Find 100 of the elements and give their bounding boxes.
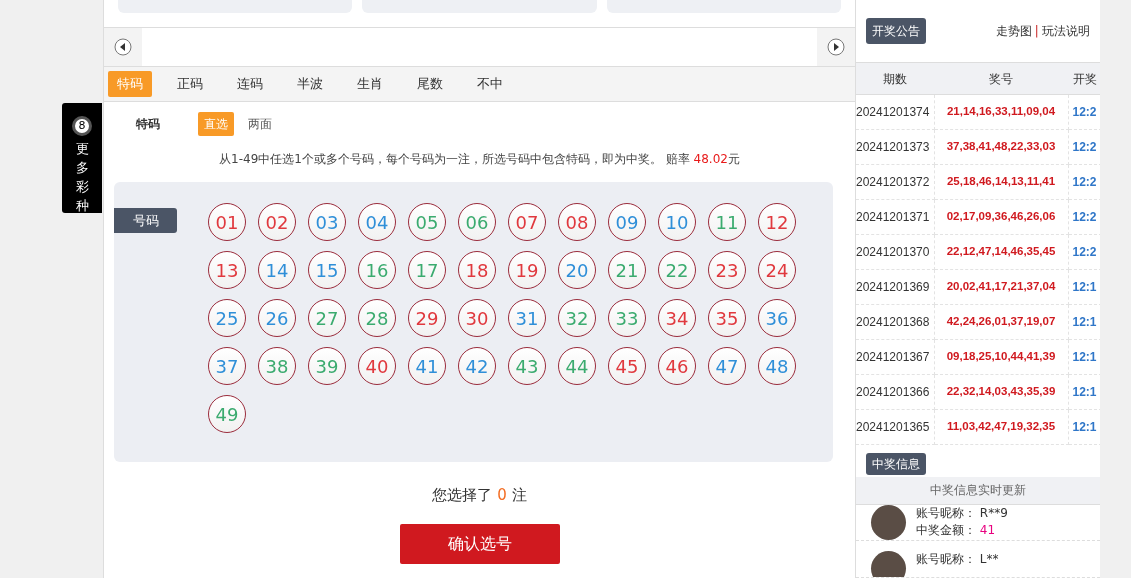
number-ball[interactable]: 25 bbox=[208, 299, 246, 337]
table-cell: 22,12,47,14,46,35,45 bbox=[934, 234, 1068, 270]
number-ball[interactable]: 12 bbox=[758, 203, 796, 241]
number-ball[interactable]: 13 bbox=[208, 251, 246, 289]
number-ball[interactable]: 41 bbox=[408, 347, 446, 385]
prize-amount-text: 中奖金额： 41 bbox=[916, 522, 997, 540]
number-ball[interactable]: 40 bbox=[358, 347, 396, 385]
number-ball[interactable]: 30 bbox=[458, 299, 496, 337]
side-tab-label: 更多彩种 bbox=[75, 140, 89, 215]
number-ball[interactable]: 07 bbox=[508, 203, 546, 241]
table-cell: 12:2 bbox=[1068, 94, 1100, 130]
header-link[interactable]: 走势图 bbox=[995, 24, 1032, 39]
table-cell: 12:1 bbox=[1068, 269, 1100, 305]
number-ball[interactable]: 06 bbox=[458, 203, 496, 241]
avatar bbox=[871, 550, 906, 577]
table-cell: 12:2 bbox=[1068, 164, 1100, 200]
number-ball[interactable]: 14 bbox=[258, 251, 296, 289]
more-lotteries-tab[interactable]: 8 更多彩种 bbox=[62, 103, 102, 213]
table-cell: 20241201368 bbox=[856, 304, 934, 340]
number-ball[interactable]: 33 bbox=[608, 299, 646, 337]
table-cell: 25,18,46,14,13,11,41 bbox=[934, 164, 1068, 200]
rule-description: 从1-49中任选1个或多个号码，每个号码为一注，所选号码中包含特码，即为中奖。 赔率 48.02元 bbox=[218, 151, 741, 168]
table-cell: 12:2 bbox=[1068, 234, 1100, 270]
ball-icon: 8 bbox=[72, 116, 92, 136]
number-ball[interactable]: 47 bbox=[708, 347, 746, 385]
table-cell: 20,02,41,17,21,37,04 bbox=[934, 269, 1068, 305]
column-header: 期数 bbox=[856, 63, 934, 95]
table-cell: 02,17,09,36,46,26,06 bbox=[934, 199, 1068, 235]
number-ball[interactable]: 05 bbox=[408, 203, 446, 241]
separator: | bbox=[1034, 23, 1039, 39]
number-ball[interactable]: 29 bbox=[408, 299, 446, 337]
tab[interactable]: 不中 bbox=[468, 71, 512, 97]
number-ball[interactable]: 09 bbox=[608, 203, 646, 241]
tab[interactable]: 生肖 bbox=[348, 71, 392, 97]
number-ball[interactable]: 49 bbox=[208, 395, 246, 433]
scroll-left-button[interactable] bbox=[104, 28, 142, 66]
number-ball[interactable]: 36 bbox=[758, 299, 796, 337]
number-ball[interactable]: 21 bbox=[608, 251, 646, 289]
table-cell: 20241201372 bbox=[856, 164, 934, 200]
number-ball[interactable]: 08 bbox=[558, 203, 596, 241]
table-cell: 20241201367 bbox=[856, 339, 934, 375]
number-ball[interactable]: 11 bbox=[708, 203, 746, 241]
number-ball[interactable]: 32 bbox=[558, 299, 596, 337]
number-ball[interactable]: 26 bbox=[258, 299, 296, 337]
number-ball[interactable]: 16 bbox=[358, 251, 396, 289]
table-cell: 11,03,42,47,19,32,35 bbox=[934, 409, 1068, 445]
number-ball[interactable]: 02 bbox=[258, 203, 296, 241]
number-ball[interactable]: 15 bbox=[308, 251, 346, 289]
number-ball[interactable]: 34 bbox=[658, 299, 696, 337]
number-ball[interactable]: 20 bbox=[558, 251, 596, 289]
table-cell: 20241201374 bbox=[856, 94, 934, 130]
number-ball[interactable]: 04 bbox=[358, 203, 396, 241]
number-ball[interactable]: 03 bbox=[308, 203, 346, 241]
table-cell: 12:1 bbox=[1068, 409, 1100, 445]
mode-tab[interactable]: 直选 bbox=[198, 112, 234, 136]
play-type-label: 特码 bbox=[136, 116, 160, 133]
number-ball[interactable]: 01 bbox=[208, 203, 246, 241]
table-cell: 42,24,26,01,37,19,07 bbox=[934, 304, 1068, 340]
number-ball[interactable]: 19 bbox=[508, 251, 546, 289]
number-ball[interactable]: 44 bbox=[558, 347, 596, 385]
table-cell: 37,38,41,48,22,33,03 bbox=[934, 129, 1068, 165]
table-cell: 20241201369 bbox=[856, 269, 934, 305]
scroll-right-button[interactable] bbox=[817, 28, 855, 66]
number-ball[interactable]: 10 bbox=[658, 203, 696, 241]
tab[interactable]: 特码 bbox=[108, 71, 152, 97]
number-ball[interactable]: 43 bbox=[508, 347, 546, 385]
header-link[interactable]: 玩法说明 bbox=[1042, 24, 1090, 39]
panel-title: 开奖公告 bbox=[866, 18, 926, 45]
number-ball[interactable]: 48 bbox=[758, 347, 796, 385]
column-header: 奖号 bbox=[934, 63, 1068, 95]
number-ball[interactable]: 27 bbox=[308, 299, 346, 337]
number-ball[interactable]: 46 bbox=[658, 347, 696, 385]
selection-summary: 您选择了 0 注 bbox=[431, 485, 528, 506]
number-ball[interactable]: 38 bbox=[258, 347, 296, 385]
table-cell: 09,18,25,10,44,41,39 bbox=[934, 339, 1068, 375]
table-cell: 20241201371 bbox=[856, 199, 934, 235]
table-cell: 20241201366 bbox=[856, 374, 934, 410]
number-ball[interactable]: 39 bbox=[308, 347, 346, 385]
table-cell: 12:1 bbox=[1068, 374, 1100, 410]
number-ball[interactable]: 24 bbox=[758, 251, 796, 289]
number-ball[interactable]: 28 bbox=[358, 299, 396, 337]
confirm-button[interactable]: 确认选号 bbox=[399, 523, 560, 564]
number-ball[interactable]: 35 bbox=[708, 299, 746, 337]
avatar bbox=[871, 504, 906, 540]
column-header: 开奖 bbox=[1068, 63, 1100, 95]
nickname-text: 账号昵称： L** bbox=[916, 550, 999, 568]
number-ball[interactable]: 42 bbox=[458, 347, 496, 385]
number-ball[interactable]: 17 bbox=[408, 251, 446, 289]
number-ball[interactable]: 45 bbox=[608, 347, 646, 385]
section-label: 号码 bbox=[114, 208, 177, 233]
tab[interactable]: 连码 bbox=[228, 71, 272, 97]
tab[interactable]: 正码 bbox=[168, 71, 212, 97]
number-ball[interactable]: 18 bbox=[458, 251, 496, 289]
mode-tab[interactable]: 两面 bbox=[242, 112, 278, 136]
tab[interactable]: 尾数 bbox=[408, 71, 452, 97]
number-ball[interactable]: 31 bbox=[508, 299, 546, 337]
number-ball[interactable]: 22 bbox=[658, 251, 696, 289]
number-ball[interactable]: 23 bbox=[708, 251, 746, 289]
number-ball[interactable]: 37 bbox=[208, 347, 246, 385]
tab[interactable]: 半波 bbox=[288, 71, 332, 97]
